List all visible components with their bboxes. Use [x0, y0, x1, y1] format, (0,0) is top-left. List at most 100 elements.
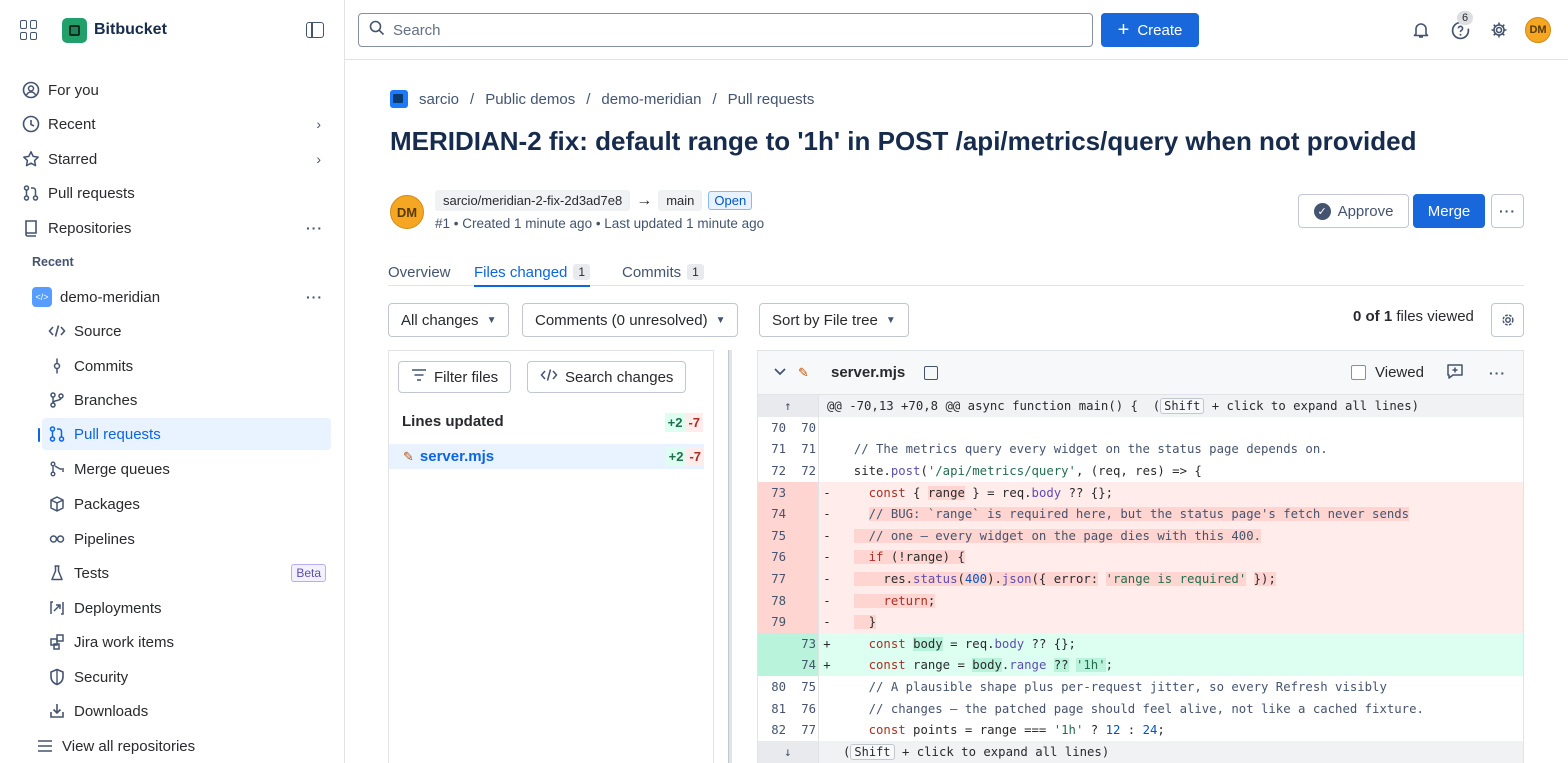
- sidebar-item-deployments[interactable]: Deployments: [42, 592, 331, 624]
- lines-updated-heading: Lines updated: [402, 413, 504, 430]
- checkbox[interactable]: [1351, 365, 1366, 380]
- chevron-right-icon[interactable]: ›: [316, 116, 321, 132]
- sidebar-item-starred[interactable]: Starred ›: [16, 143, 331, 175]
- search-changes-button[interactable]: Search changes: [527, 361, 687, 393]
- removed-line: 76- if (!range) {: [758, 546, 1523, 569]
- view-all-repositories-link[interactable]: View all repositories: [30, 730, 331, 762]
- panel-resize-handle[interactable]: [728, 350, 732, 763]
- brand-name[interactable]: Bitbucket: [94, 21, 167, 39]
- sidebar-item-tests[interactable]: Tests Beta: [42, 557, 331, 589]
- lines-updated-stats: +2 -7: [664, 413, 703, 432]
- search-changes-label: Search changes: [565, 368, 674, 386]
- sidebar-item-repo[interactable]: </> demo-meridian ···: [26, 281, 331, 313]
- sidebar-item-jira-work-items[interactable]: Jira work items: [42, 626, 331, 658]
- sidebar-item-label: Merge queues: [74, 460, 170, 478]
- comments-dropdown[interactable]: Comments (0 unresolved) ▼: [522, 303, 739, 337]
- sidebar-item-repositories[interactable]: Repositories ···: [16, 212, 331, 244]
- sidebar-item-label: Repositories: [48, 219, 132, 237]
- expand-up-row[interactable]: ↑ @@ -70,13 +70,8 @@ async function main…: [758, 395, 1523, 417]
- code-line: 72 72 site.post('/api/metrics/query', (re…: [758, 460, 1523, 482]
- sidebar-item-repo-pull-requests[interactable]: Pull requests: [42, 418, 331, 450]
- file-tree-item[interactable]: ✎ server.mjs +2 -7: [389, 444, 704, 469]
- breadcrumb-project[interactable]: Public demos: [485, 91, 575, 108]
- tab-label: Commits: [622, 263, 682, 281]
- repo-avatar-icon: </>: [32, 287, 52, 307]
- sidebar: Bitbucket For you Recent › Starred › Pul…: [0, 0, 345, 763]
- more-icon[interactable]: ···: [306, 289, 323, 305]
- create-button[interactable]: + Create: [1101, 13, 1199, 47]
- viewed-checkbox[interactable]: Viewed: [1351, 364, 1424, 381]
- user-avatar[interactable]: DM: [1525, 17, 1551, 43]
- sidebar-item-commits[interactable]: Commits: [42, 350, 331, 382]
- check-circle-icon: ✓: [1313, 202, 1331, 220]
- file-tree-panel: Filter files Search changes Lines update…: [388, 350, 714, 763]
- copy-icon[interactable]: [924, 365, 938, 380]
- code-line: 82 77 const points = range === '1h' ? 12 …: [758, 719, 1523, 741]
- star-icon: [22, 150, 40, 168]
- breadcrumb-separator: /: [586, 90, 591, 108]
- breadcrumb-workspace[interactable]: sarcio: [419, 91, 459, 108]
- breadcrumb: sarcio / Public demos / demo-meridian / …: [390, 90, 814, 108]
- filter-files-button[interactable]: Filter files: [398, 361, 512, 393]
- add-comment-icon[interactable]: [1446, 363, 1464, 383]
- target-branch[interactable]: main: [658, 190, 703, 211]
- app-switcher-icon[interactable]: [20, 20, 40, 40]
- sidebar-item-source[interactable]: Source: [42, 315, 331, 347]
- pull-request-icon: [48, 425, 66, 443]
- removed-line: 73- const { range } = req.body ?? {};: [758, 481, 1523, 504]
- sidebar-item-packages[interactable]: Packages: [42, 488, 331, 520]
- search-box[interactable]: [358, 13, 1093, 47]
- source-branch[interactable]: sarcio/meridian-2-fix-2d3ad7e8: [435, 190, 631, 211]
- sidebar-item-label: Packages: [74, 495, 140, 513]
- expand-up-icon[interactable]: ↑: [758, 395, 819, 417]
- diff-panel: ✎ server.mjs Viewed ··· ↑ @@ -70,13 +70,…: [757, 350, 1524, 763]
- view-all-label: View all repositories: [62, 737, 196, 755]
- sidebar-item-recent[interactable]: Recent ›: [16, 108, 331, 140]
- files-viewed-count: 0 of 1 files viewed: [1353, 308, 1474, 325]
- sidebar-item-pipelines[interactable]: Pipelines: [42, 523, 331, 555]
- expand-down-row[interactable]: ↓ (Shift + click to expand all lines): [758, 740, 1523, 763]
- diff-file-name[interactable]: server.mjs: [831, 364, 905, 381]
- chevron-down-icon[interactable]: [773, 365, 787, 380]
- diff-settings-button[interactable]: [1491, 303, 1524, 337]
- sidebar-item-security[interactable]: Security: [42, 661, 331, 693]
- bell-icon[interactable]: [1410, 19, 1432, 41]
- approve-button[interactable]: ✓ Approve: [1298, 194, 1409, 228]
- settings-gear-icon[interactable]: [1488, 19, 1510, 41]
- breadcrumb-repository[interactable]: demo-meridian: [601, 91, 701, 108]
- more-icon[interactable]: ···: [306, 220, 323, 236]
- chevron-down-icon: ▼: [486, 314, 497, 326]
- chevron-down-icon: ▼: [715, 314, 726, 326]
- tab-count: 1: [573, 264, 591, 280]
- tab-overview[interactable]: Overview: [388, 258, 451, 286]
- branch-icon: [48, 391, 66, 409]
- more-actions-button[interactable]: ···: [1491, 194, 1524, 228]
- shield-icon: [48, 668, 66, 686]
- filter-icon: [411, 368, 427, 386]
- sort-dropdown[interactable]: Sort by File tree ▼: [759, 303, 909, 337]
- removed-line: 77- res.status(400).json({ error: 'range…: [758, 568, 1523, 590]
- breadcrumb-pull-requests[interactable]: Pull requests: [728, 91, 815, 108]
- tab-commits[interactable]: Commits 1: [622, 258, 704, 286]
- search-icon: [369, 20, 385, 40]
- sidebar-item-merge-queues[interactable]: Merge queues: [42, 453, 331, 485]
- expand-down-icon[interactable]: ↓: [758, 740, 819, 763]
- sidebar-item-for-you[interactable]: For you: [16, 74, 331, 106]
- tab-files-changed[interactable]: Files changed 1: [474, 258, 591, 287]
- shift-key: Shift: [1160, 398, 1205, 414]
- search-input[interactable]: [393, 21, 1073, 39]
- more-icon[interactable]: ···: [1489, 365, 1506, 381]
- chevron-right-icon[interactable]: ›: [316, 151, 321, 167]
- all-changes-dropdown[interactable]: All changes ▼: [388, 303, 510, 337]
- bitbucket-logo-icon[interactable]: [62, 17, 87, 43]
- pr-meta: #1 • Created 1 minute ago • Last updated…: [435, 216, 765, 231]
- sidebar-item-label: Downloads: [74, 702, 149, 720]
- jira-icon: [48, 633, 66, 651]
- sidebar-item-branches[interactable]: Branches: [42, 384, 331, 416]
- merge-button[interactable]: Merge: [1413, 194, 1485, 228]
- status-badge: Open: [708, 191, 753, 210]
- sidebar-item-pull-requests[interactable]: Pull requests: [16, 177, 331, 209]
- collapse-sidebar-icon[interactable]: [306, 22, 324, 38]
- sidebar-item-downloads[interactable]: Downloads: [42, 695, 331, 727]
- author-avatar[interactable]: DM: [390, 195, 424, 229]
